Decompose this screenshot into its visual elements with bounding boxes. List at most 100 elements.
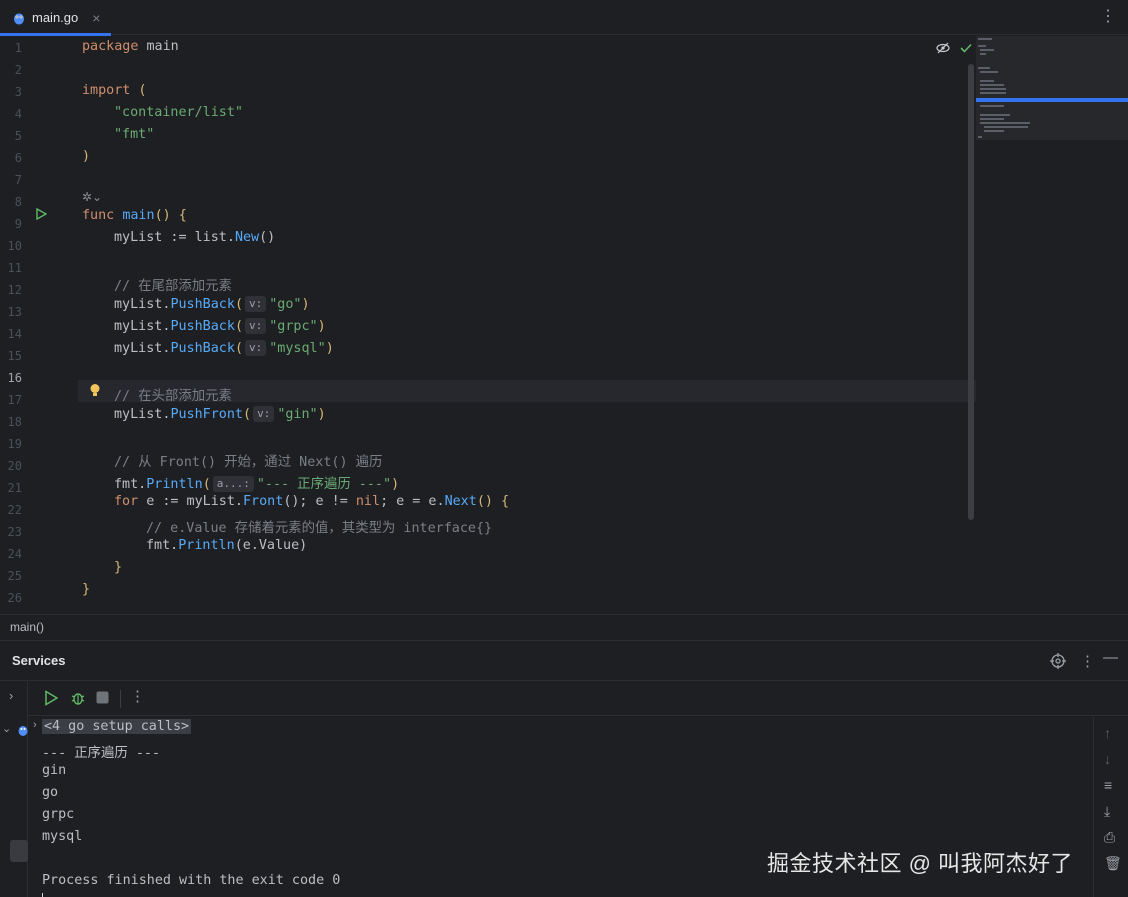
code-line-14: myList.PushBack(v: "mysql") bbox=[114, 340, 334, 356]
line-number: 16 bbox=[7, 371, 22, 385]
code-token: func bbox=[82, 208, 115, 223]
code-line-9: myList := list.New() bbox=[114, 230, 275, 245]
param-hint: a...: bbox=[212, 476, 254, 492]
folded-setup-calls[interactable]: <4 go setup calls> bbox=[42, 719, 192, 734]
more-options-icon[interactable]: ⋮ bbox=[1100, 6, 1116, 26]
expand-chevron-icon[interactable]: › bbox=[33, 719, 37, 731]
line-number-gutter: 1 2 3 4 5 6 7 8 9 10 11 12 13 14 15 16 17 18 19 20 21 22 23 24 2… bbox=[0, 36, 78, 614]
param-hint: v: bbox=[245, 340, 267, 356]
go-gopher-icon bbox=[14, 13, 24, 24]
code-token: ; e = e. bbox=[380, 494, 445, 509]
code-token: package bbox=[82, 39, 139, 54]
param-hint: v: bbox=[253, 406, 275, 422]
watermark: 掘金技术社区 @ 叫我阿杰好了 bbox=[767, 851, 1074, 876]
code-token: Front bbox=[243, 494, 284, 509]
line-number: 5 bbox=[14, 129, 22, 143]
code-token: PushFront bbox=[170, 407, 243, 422]
minimize-icon[interactable]: — bbox=[1103, 649, 1118, 666]
code-token: "fmt" bbox=[114, 127, 155, 142]
code-line-17: myList.PushFront(v: "gin") bbox=[114, 406, 326, 422]
code-token: import bbox=[82, 83, 131, 98]
editor-scrollbar[interactable] bbox=[968, 64, 974, 520]
target-icon[interactable] bbox=[1050, 653, 1066, 669]
text-caret bbox=[42, 893, 43, 897]
debug-icon[interactable] bbox=[70, 690, 86, 706]
code-token: Println bbox=[146, 477, 203, 492]
code-token: () { bbox=[154, 208, 187, 223]
tab-label: main.go bbox=[32, 10, 79, 25]
code-line-19: // 从 Front() 开始，通过 Next() 遍历 bbox=[114, 455, 383, 470]
code-token: fmt. bbox=[114, 477, 147, 492]
line-number: 3 bbox=[14, 85, 22, 99]
code-token: PushBack bbox=[170, 297, 235, 312]
lightbulb-icon[interactable] bbox=[89, 383, 101, 398]
line-number: 18 bbox=[7, 415, 22, 429]
trash-icon[interactable]: 🗑 bbox=[1104, 855, 1122, 872]
code-token: () bbox=[259, 230, 276, 245]
code-token: PushBack bbox=[170, 319, 235, 334]
code-token: (e.Value) bbox=[234, 538, 308, 553]
chevron-down-icon[interactable]: ⌄ bbox=[2, 722, 11, 735]
more-options-icon[interactable]: ⋮ bbox=[1080, 652, 1095, 670]
code-token: myList. bbox=[114, 319, 171, 334]
soft-wrap-icon[interactable]: ≡ bbox=[1104, 777, 1112, 793]
code-minimap[interactable] bbox=[976, 36, 1128, 140]
code-line-13: myList.PushBack(v: "grpc") bbox=[114, 318, 326, 334]
console-line: grpc bbox=[42, 807, 75, 822]
check-icon[interactable] bbox=[960, 42, 972, 54]
code-token: New bbox=[234, 230, 260, 245]
more-options-icon[interactable]: ⋮ bbox=[130, 687, 145, 705]
code-token: ( bbox=[130, 83, 147, 98]
run-icon[interactable] bbox=[35, 208, 47, 220]
code-token: "go" bbox=[269, 297, 302, 312]
minimap-current-line bbox=[976, 98, 1128, 102]
tab-main-go[interactable]: main.go × bbox=[0, 0, 111, 36]
code-token: nil bbox=[355, 494, 381, 509]
param-hint: v: bbox=[245, 296, 267, 312]
go-gopher-icon bbox=[18, 726, 28, 736]
console-line: go bbox=[42, 785, 59, 800]
scroll-to-end-icon[interactable]: ⤓ bbox=[1104, 803, 1110, 820]
code-line-20: fmt.Println(a...: "--- 正序遍历 ---") bbox=[114, 476, 400, 492]
arrow-down-icon[interactable]: ↓ bbox=[1104, 751, 1111, 767]
close-icon[interactable]: × bbox=[92, 10, 100, 26]
line-number: 26 bbox=[7, 591, 22, 605]
line-number: 20 bbox=[7, 459, 22, 473]
line-number: 25 bbox=[7, 569, 22, 583]
code-token: for bbox=[114, 494, 139, 509]
code-line-6: ) bbox=[82, 149, 91, 164]
ai-assistant-icon[interactable]: ✲⌄ bbox=[82, 190, 102, 204]
code-token: main bbox=[138, 39, 179, 54]
console-line: --- 正序遍历 --- bbox=[42, 746, 161, 761]
code-line-8: func main() { bbox=[82, 208, 187, 223]
code-line-1: package main bbox=[82, 39, 179, 54]
services-header: Services ⋮ — bbox=[0, 641, 1128, 681]
line-number: 10 bbox=[7, 239, 22, 253]
print-icon[interactable]: ⎙ bbox=[1104, 829, 1115, 846]
code-token: "container/list" bbox=[114, 105, 243, 120]
line-number: 22 bbox=[7, 503, 22, 517]
code-line-4: "container/list" bbox=[114, 105, 243, 120]
services-tree-strip: › ⌄ bbox=[0, 682, 28, 897]
chevron-right-icon[interactable]: › bbox=[9, 688, 13, 703]
line-number: 19 bbox=[7, 437, 22, 451]
code-line-3: import ( bbox=[82, 83, 147, 98]
stop-icon[interactable] bbox=[96, 691, 109, 704]
code-editor[interactable]: 1 2 3 4 5 6 7 8 9 10 11 12 13 14 15 16 17 18 19 20 21 22 23 24 2… bbox=[0, 36, 1128, 614]
breadcrumb[interactable]: main() bbox=[0, 614, 1128, 639]
line-number: 14 bbox=[7, 327, 22, 341]
line-number: 2 bbox=[14, 63, 22, 77]
console-line: gin bbox=[42, 763, 67, 778]
arrow-up-icon[interactable]: ↑ bbox=[1104, 725, 1111, 741]
code-line-24: } bbox=[114, 560, 123, 575]
param-hint: v: bbox=[245, 318, 267, 334]
reader-mode-icon[interactable] bbox=[936, 42, 950, 54]
code-token: e := myList. bbox=[138, 494, 243, 509]
run-icon[interactable] bbox=[44, 690, 58, 706]
line-number: 12 bbox=[7, 283, 22, 297]
line-number: 15 bbox=[7, 349, 22, 363]
line-number: 1 bbox=[14, 41, 22, 55]
tree-item-selection[interactable] bbox=[10, 840, 28, 862]
services-panel: Services ⋮ — › ⌄ ⋮ <4 go setup calls> --… bbox=[0, 640, 1128, 897]
line-number: 11 bbox=[7, 261, 22, 275]
